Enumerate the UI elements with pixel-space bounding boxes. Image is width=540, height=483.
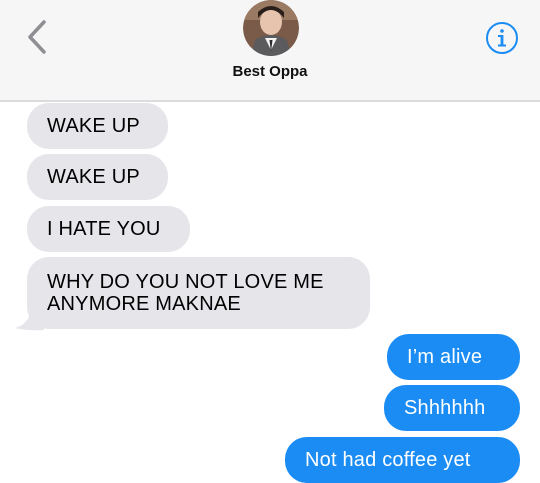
message-bubble-incoming[interactable]: WAKE UP <box>27 103 168 149</box>
message-bubble-outgoing[interactable]: Shhhhhh <box>384 385 520 431</box>
contact-photo <box>243 0 299 56</box>
bubble-tail-icon <box>14 308 44 331</box>
contact-name[interactable]: Best Oppa <box>0 63 540 80</box>
chevron-left-icon <box>28 20 46 54</box>
info-button[interactable] <box>485 21 519 55</box>
message-bubble-outgoing[interactable]: I’m alive <box>387 334 520 380</box>
message-text: Shhhhhh <box>404 397 486 419</box>
message-text: WHY DO YOU NOT LOVE ME ANYMORE MAKNAE <box>47 271 324 315</box>
avatar[interactable] <box>243 0 299 56</box>
info-icon <box>486 22 518 54</box>
message-bubble-incoming[interactable]: WAKE UP <box>27 154 168 200</box>
message-text: Not had coffee yet <box>305 449 471 471</box>
back-button[interactable] <box>22 18 56 56</box>
message-bubble-incoming[interactable]: I HATE YOU <box>27 206 190 252</box>
message-text: WAKE UP <box>47 166 140 188</box>
message-text: I’m alive <box>407 346 483 368</box>
message-text: WAKE UP <box>47 115 140 137</box>
message-bubble-incoming[interactable]: WHY DO YOU NOT LOVE ME ANYMORE MAKNAE <box>27 257 370 329</box>
message-text: I HATE YOU <box>47 218 161 240</box>
conversation-header: Best Oppa <box>0 0 540 102</box>
message-bubble-outgoing[interactable]: Not had coffee yet <box>285 437 520 483</box>
